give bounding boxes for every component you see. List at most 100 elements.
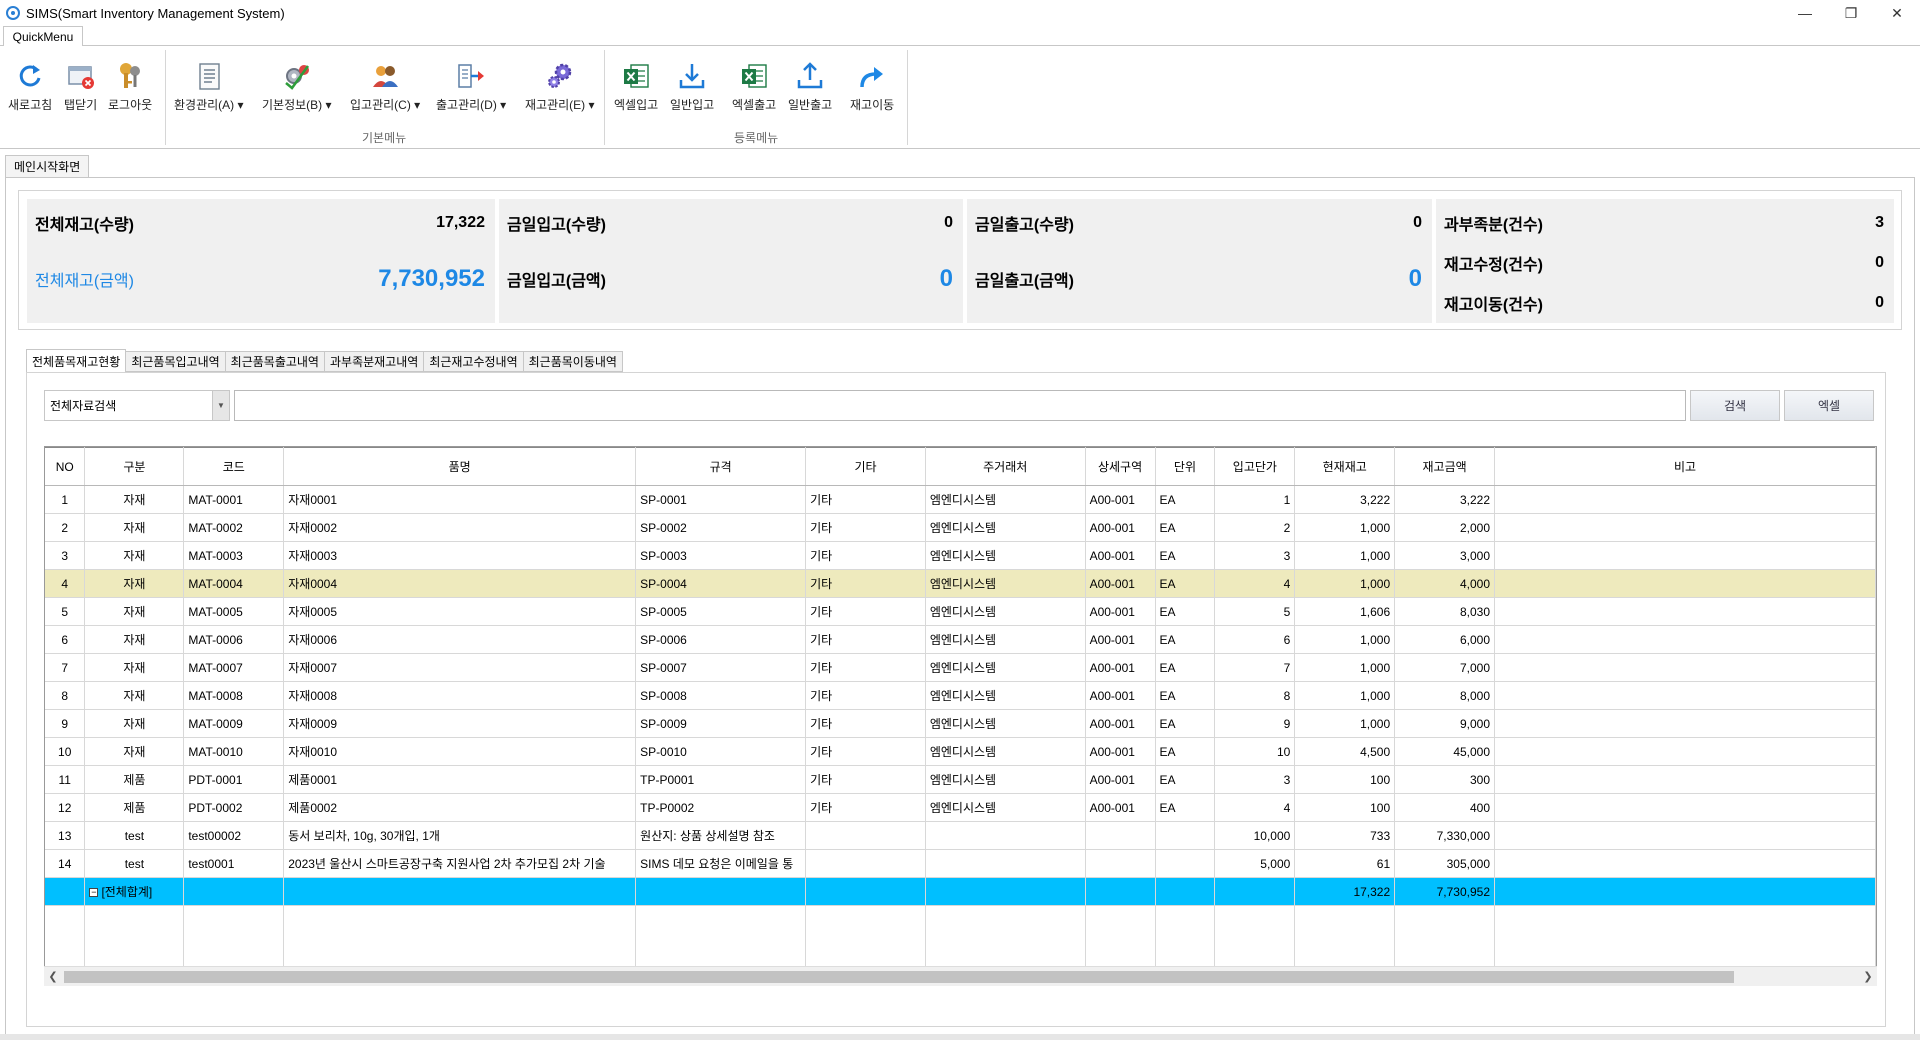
gear-check-icon (281, 60, 313, 92)
stock-menu-button[interactable]: 재고관리(E) ▾ (525, 60, 595, 120)
table-row[interactable]: 4 자재 MAT-0004 자재0004 SP-0004 기타 엠엔디시스템 A00-001 E… (45, 569, 1876, 598)
close-button[interactable]: ✕ (1874, 0, 1920, 26)
ribbon-separator (165, 50, 166, 145)
tab-recent-adjust[interactable]: 최근재고수정내역 (424, 351, 524, 372)
outbound-qty-label: 금일출고(수량) (975, 217, 1074, 234)
search-button[interactable]: 검색 (1690, 390, 1780, 421)
table-cell: 400 (1394, 793, 1496, 822)
table-cell (1494, 737, 1876, 766)
table-cell: 자재 (84, 569, 185, 598)
table-cell: 3 (1214, 541, 1296, 570)
tab-quickmenu[interactable]: QuickMenu (3, 26, 83, 47)
column-header[interactable]: 입고단가 (1214, 447, 1296, 486)
inbound-qty-value: 0 (944, 214, 953, 231)
tab-recent-inbound[interactable]: 최근품목입고내역 (126, 351, 226, 372)
refresh-label: 새로고침 (8, 98, 53, 112)
general-outbound-button[interactable]: 일반출고 (788, 60, 832, 120)
excel-inbound-button[interactable]: 엑셀입고 (614, 60, 658, 120)
column-header[interactable]: 기타 (805, 447, 926, 486)
table-row[interactable]: 6 자재 MAT-0006 자재0006 SP-0006 기타 엠엔디시스템 A00-001 E… (45, 625, 1876, 654)
tab-recent-move[interactable]: 최근품목이동내역 (523, 351, 623, 372)
table-cell: 2 (1214, 513, 1296, 542)
column-header[interactable]: 품명 (283, 447, 637, 486)
total-label: [전체합계] (101, 885, 153, 899)
tab-main-start[interactable]: 메인시작화면 (5, 155, 90, 177)
table-row[interactable]: 7 자재 MAT-0007 자재0007 SP-0007 기타 엠엔디시스템 A00-001 E… (45, 653, 1876, 682)
general-inbound-button[interactable]: 일반입고 (670, 60, 714, 120)
tab-recent-outbound[interactable]: 최근품목출고내역 (225, 351, 325, 372)
logout-button[interactable]: 로그아웃 (108, 60, 152, 120)
restore-button[interactable]: ❐ (1828, 0, 1874, 26)
table-cell: SP-0008 (635, 681, 807, 710)
today-inbound-card: 금일입고(수량) 0 금일입고(금액) 0 (499, 199, 963, 323)
table-cell: 7,000 (1394, 653, 1496, 682)
table-row[interactable]: 5 자재 MAT-0005 자재0005 SP-0005 기타 엠엔디시스템 A00-001 E… (45, 597, 1876, 626)
chevron-down-icon[interactable]: ▼ (212, 391, 229, 420)
table-row[interactable]: 11 제품 PDT-0001 제품0001 TP-P0001 기타 엠엔디시스템 A00-00… (45, 765, 1876, 794)
table-row[interactable]: 8 자재 MAT-0008 자재0008 SP-0008 기타 엠엔디시스템 A00-001 E… (45, 681, 1876, 710)
empty-cell (1494, 905, 1876, 934)
scroll-thumb[interactable] (64, 971, 1734, 983)
column-header[interactable]: 규격 (635, 447, 807, 486)
total-amount-label[interactable]: 전체재고(금액) (35, 267, 134, 291)
table-row[interactable]: 13 test test00002 동서 보리차, 10g, 30개입, 1개 원산지:… (45, 821, 1876, 850)
shortage-label: 과부족분(건수) (1444, 217, 1543, 234)
table-cell: MAT-0003 (183, 541, 285, 570)
column-header[interactable]: 코드 (183, 447, 285, 486)
scroll-right-icon[interactable]: ❯ (1859, 967, 1877, 986)
search-input[interactable] (234, 390, 1686, 421)
excel-export-button[interactable]: 엑셀 (1784, 390, 1874, 421)
search-scope-select[interactable]: 전체자료검색 ▼ (44, 390, 230, 421)
table-cell: 6 (45, 625, 86, 654)
table-row[interactable]: 10 자재 MAT-0010 자재0010 SP-0010 기타 엠엔디시스템 A00-001… (45, 737, 1876, 766)
column-header[interactable]: 단위 (1155, 447, 1216, 486)
ribbon-separator (604, 50, 605, 145)
table-row[interactable]: 1 자재 MAT-0001 자재0001 SP-0001 기타 엠엔디시스템 A00-001 E… (45, 485, 1876, 514)
table-cell: test0001 (183, 849, 285, 878)
table-row[interactable]: 9 자재 MAT-0009 자재0009 SP-0009 기타 엠엔디시스템 A00-001 E… (45, 709, 1876, 738)
table-cell: EA (1155, 485, 1216, 514)
empty-cell (283, 905, 637, 934)
table-row[interactable]: 12 제품 PDT-0002 제품0002 TP-P0002 기타 엠엔디시스템 A00-00… (45, 793, 1876, 822)
basic-info-menu-button[interactable]: 기본정보(B) ▾ (262, 60, 332, 120)
table-cell: 기타 (805, 653, 926, 682)
collapse-icon[interactable]: − (89, 888, 99, 898)
column-header[interactable]: 비고 (1494, 447, 1876, 486)
scroll-left-icon[interactable]: ❮ (44, 967, 62, 986)
table-cell: 9 (1214, 709, 1296, 738)
table-cell: SP-0001 (635, 485, 807, 514)
settings-menu-button[interactable]: 환경관리(A) ▾ (174, 60, 244, 120)
column-header[interactable]: 구분 (84, 447, 185, 486)
horizontal-scrollbar[interactable]: ❮ ❯ (44, 966, 1877, 986)
table-cell (1494, 709, 1876, 738)
column-header[interactable]: 재고금액 (1394, 447, 1496, 486)
column-header[interactable]: 주거래처 (925, 447, 1086, 486)
table-cell: 5 (1214, 597, 1296, 626)
total-row[interactable]: − [전체합계] 17,322 7,730,952 (45, 877, 1876, 906)
stock-move-button[interactable]: 재고이동 (850, 60, 894, 120)
column-header[interactable]: NO (45, 447, 86, 486)
move-value: 0 (1875, 294, 1884, 311)
table-row[interactable]: 14 test test0001 2023년 울산시 스마트공장구축 지원사업 2차 … (45, 849, 1876, 878)
table-cell: SP-0005 (635, 597, 807, 626)
table-cell: 자재0001 (283, 485, 637, 514)
empty-cell (1394, 933, 1496, 962)
inbound-menu-button[interactable]: 입고관리(C) ▾ (350, 60, 420, 120)
excel-outbound-button[interactable]: 엑셀출고 (732, 60, 776, 120)
table-row[interactable]: 3 자재 MAT-0003 자재0003 SP-0003 기타 엠엔디시스템 A00-001 E… (45, 541, 1876, 570)
table-row[interactable]: 2 자재 MAT-0002 자재0002 SP-0002 기타 엠엔디시스템 A00-001 E… (45, 513, 1876, 542)
table-cell: MAT-0007 (183, 653, 285, 682)
tab-all-stock[interactable]: 전체품목재고현황 (26, 349, 127, 372)
close-tab-button[interactable]: 탭닫기 (64, 60, 97, 120)
outbound-menu-button[interactable]: 출고관리(D) ▾ (436, 60, 506, 120)
table-cell: 4 (1214, 793, 1296, 822)
table-cell (1494, 541, 1876, 570)
refresh-icon (14, 60, 46, 92)
minimize-button[interactable]: — (1782, 0, 1828, 26)
refresh-button[interactable]: 새로고침 (8, 60, 52, 120)
column-header[interactable]: 현재재고 (1294, 447, 1396, 486)
tab-shortage[interactable]: 과부족분재고내역 (324, 351, 425, 372)
column-header[interactable]: 상세구역 (1085, 447, 1156, 486)
table-cell: A00-001 (1085, 513, 1156, 542)
ribbon-group-basic: 기본메뉴 (362, 131, 407, 145)
